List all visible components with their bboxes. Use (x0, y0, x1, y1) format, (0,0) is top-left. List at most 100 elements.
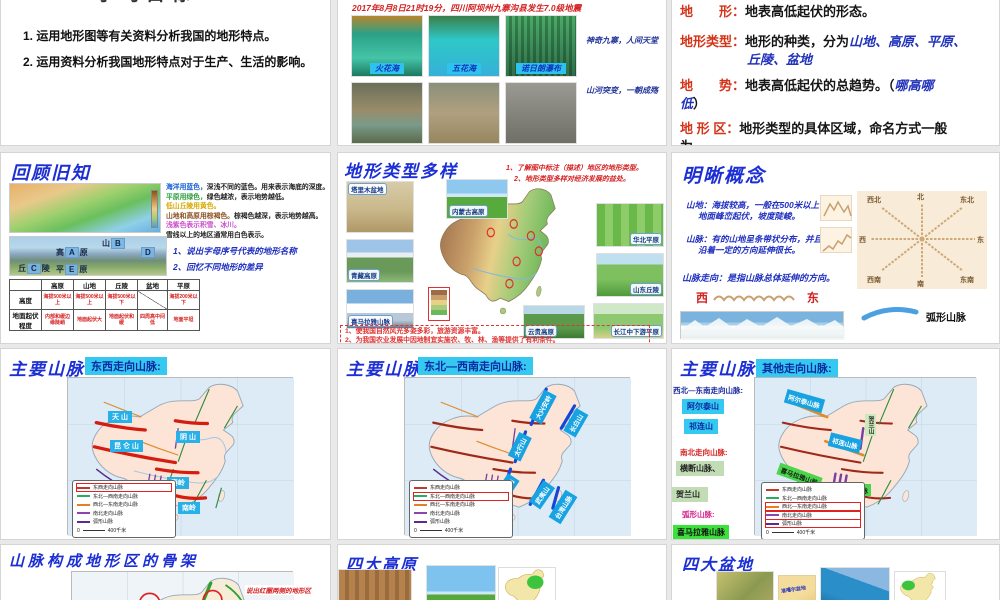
color-legend-lead: 海洋用蓝色， (166, 184, 207, 191)
photo-himalaya: 喜马拉雅山脉 (346, 289, 414, 329)
table-header: 山地 (73, 279, 106, 291)
photo-wuhuahai: 五花海 (428, 15, 500, 77)
legend-swatch (77, 503, 90, 506)
slide-7-ew-ranges[interactable]: 主要山脉 东西走向山脉: 天 山 阴 山 昆 仑 山 秦岭 南岭 东西走向山脉 … (0, 348, 331, 540)
map-legend: 东西走向山脉 东北—西南走向山脉 西北—东南走向山脉 南北走向山脉 弧形山脉 0… (409, 480, 513, 538)
orientation-diagram: 北 东北 西北 西 东 西南 南 东南 (857, 191, 987, 289)
legend-label: 弧形山脉 (782, 521, 803, 527)
def-dixingqu-2: 为 (680, 136, 693, 145)
color-legend-lead: 平原用绿色， (166, 193, 207, 201)
photo-basin-desert (716, 571, 774, 600)
photo-damage-2 (428, 82, 500, 144)
photo-label: 五花海 (447, 63, 481, 74)
photo-label: 诺日朗瀑布 (516, 63, 566, 74)
skeleton-note: 说出红圈两侧的地形区 (245, 585, 312, 595)
terrain-char: 原 (79, 248, 88, 257)
benefit-line: 1、使我国自然风光多姿多彩，旅游资源丰富。 (345, 328, 485, 335)
nesw-ranges-tag: 东北—西南走向山脉: (418, 357, 533, 375)
elevation-legend (428, 287, 450, 321)
map-legend: 东西走向山脉 东北—西南走向山脉 西北—东南走向山脉 南北走向山脉 弧形山脉 0… (72, 480, 176, 538)
range-label-helan: 贺兰山 (865, 414, 876, 436)
photo-grassland-plateau (426, 565, 496, 600)
slide-11-plateaus[interactable]: 四大高原 (337, 544, 667, 600)
legend-label: 东西走向山脉 (93, 485, 124, 491)
legend-label: 弧形山脉 (430, 519, 451, 525)
range-chip-hengduan: 横断山脉、 (676, 461, 724, 476)
terrain-letter: E (65, 264, 79, 275)
photo-huohuahai: 火花海 (351, 15, 423, 77)
legend-label: 南北走向山脉 (782, 512, 813, 519)
slide-9-other-ranges[interactable]: 主要山脉 其他走向山脉: 西北—东南走向山脉: 阿尔泰山 祁连山 南北走向山脉:… (671, 348, 1000, 540)
legend-label: 东西走向山脉 (782, 487, 813, 493)
china-ranges-map: 阿尔泰山脉 祁连山脉 贺兰山 横断山脉 喜马拉雅山脉 东西走向山脉 东北—西南走… (754, 377, 977, 539)
table-row-label: 地面起伏程度 (9, 309, 42, 331)
callout-label: 青藏高原 (348, 269, 380, 281)
arc-range-label: 弧形山脉 (926, 313, 966, 324)
slide-12-basins[interactable]: 四大盆地 准噶尔盆地 (671, 544, 1000, 600)
table-header: 平原 (167, 279, 200, 291)
range-chip-aertaishan: 阿尔泰山 (682, 399, 724, 414)
color-legend-lead: 山地和高原用棕褐色。 (166, 212, 234, 220)
callout-label: 山东丘陵 (630, 283, 662, 295)
legend-scale: 0 400千米 (414, 527, 464, 535)
range-label-yinshan: 阴 山 (176, 431, 200, 443)
legend-swatch (414, 495, 427, 497)
photo-north-china-plain: 华北平原 (596, 203, 664, 247)
landform-types-script: 山地、高原、平原、 (849, 34, 967, 49)
range-chip-helanshan: 贺兰山 (672, 487, 708, 502)
slide-3-definitions[interactable]: 地 形：地表高低起伏的形态。 地形类型：地形的种类，分为山地、高原、平原、 丘陵… (671, 0, 1000, 146)
range-def-line: 沿着一定的方向延伸很长。 (698, 245, 801, 255)
slide-10-skeleton[interactable]: 山脉构成地形区的骨架 说出红圈两侧的地形区 (0, 544, 331, 600)
legend-scale: 0 400千米 (77, 527, 127, 535)
table-header (9, 279, 42, 291)
earthquake-headline: 2017年8月8日21时19分，四川阿坝州九寨沟县发生7.0级地震 (352, 3, 582, 13)
objective-item: 1. 运用地形图等有关资料分析我国的地形特点。 (23, 27, 323, 44)
dishi-close: ） (693, 96, 707, 111)
legend-label: 西北—东南走向山脉 (782, 504, 828, 510)
slide-6-concepts[interactable]: 明晰概念 山地：海拔较高，一般在500米以上， 地面峰峦起伏，坡度陡峻。 山脉：… (671, 152, 1000, 344)
slide-8-nesw-ranges[interactable]: 主要山脉 东北—西南走向山脉: 大兴安岭 长白山 太行山 武夷山 台湾山脉 东西… (337, 348, 667, 540)
table-cell-diagonal (137, 290, 168, 310)
slide-5-landform-types[interactable]: 地形类型多样 1、了解图中标注（描述）地区的地形类型。 2、地形类型多样对经济发… (337, 152, 667, 344)
range-label-nanling: 南岭 (178, 502, 200, 514)
legend-swatch (414, 486, 427, 489)
legend-label: 西北—东南走向山脉 (430, 502, 476, 508)
topo-map-image (9, 183, 161, 233)
slide-4-review[interactable]: 回顾旧知 海洋用蓝色，深浅不同的蓝色。用来表示海底的深度。 平原用绿色，绿色越浓… (0, 152, 331, 344)
photo-qinghai-tibet-plateau: 青藏高原 (346, 239, 414, 283)
table-header: 丘陵 (105, 279, 138, 291)
legend-label: 东北—西南走向山脉 (430, 493, 476, 500)
dishi-script-2: 低 (680, 96, 694, 111)
legend-swatch (414, 520, 427, 523)
table-cell: 海拔500米以上 (73, 290, 106, 310)
color-legend-lead: 低山丘陵用黄色。 (166, 203, 221, 210)
legend-swatch (77, 486, 90, 489)
range-label-kunlun: 昆 仑 山 (110, 440, 143, 452)
terrain-char: 山 (102, 239, 110, 248)
legend-label: 东北—西南走向山脉 (782, 495, 828, 502)
terrain-char: 高 (56, 248, 64, 257)
trend-def-line: 山脉走向：是指山脉总体延伸的方向。 (682, 273, 836, 283)
legend-swatch (766, 505, 779, 508)
slide10-title: 山脉构成地形区的骨架 (9, 553, 200, 570)
other-ranges-tag: 其他走向山脉: (756, 359, 838, 377)
dir-west: 西 (859, 237, 866, 244)
objective-number: 2. (23, 55, 34, 69)
table-header: 高原 (41, 279, 74, 291)
range-label-tianshan: 天 山 (108, 411, 132, 423)
china-ranges-map: 大兴安岭 长白山 太行山 巫山 雪峰山 武夷山 台湾山脉 东西走向山脉 东北—西… (404, 377, 631, 538)
legend-swatch (414, 503, 427, 506)
west-label: 西 (696, 291, 709, 305)
photo-basin-lake (820, 567, 890, 600)
slide-2-jiuzhaigou[interactable]: 2017年8月8日21时19分，四川阿坝州九寨沟县发生7.0级地震 火花海 五花… (337, 0, 667, 146)
task-text: 1、了解图中标注（描述）地区的地形类型。 (506, 165, 643, 172)
slide4-title: 回顾旧知 (11, 163, 91, 183)
slide6-title: 明晰概念 (682, 166, 767, 187)
legend-label: 南北走向山脉 (93, 510, 124, 517)
slide-1-objectives[interactable]: 学习目标 1. 运用地形图等有关资料分析我国的地形特点。 2. 运用资料分析我国… (0, 0, 331, 146)
east-label: 东 (806, 291, 819, 305)
caption-bottom: 山河突变，一朝成殇 (586, 86, 658, 95)
term-dixing: 地 形： (680, 4, 746, 19)
color-legend-rest: 棕褐色越深，表示地势越高。 (233, 212, 323, 220)
landform-comparison-table: 高原 山地 丘陵 盆地 平原 高度 海拔500米以上 海拔500米以上 海拔50… (9, 279, 200, 331)
